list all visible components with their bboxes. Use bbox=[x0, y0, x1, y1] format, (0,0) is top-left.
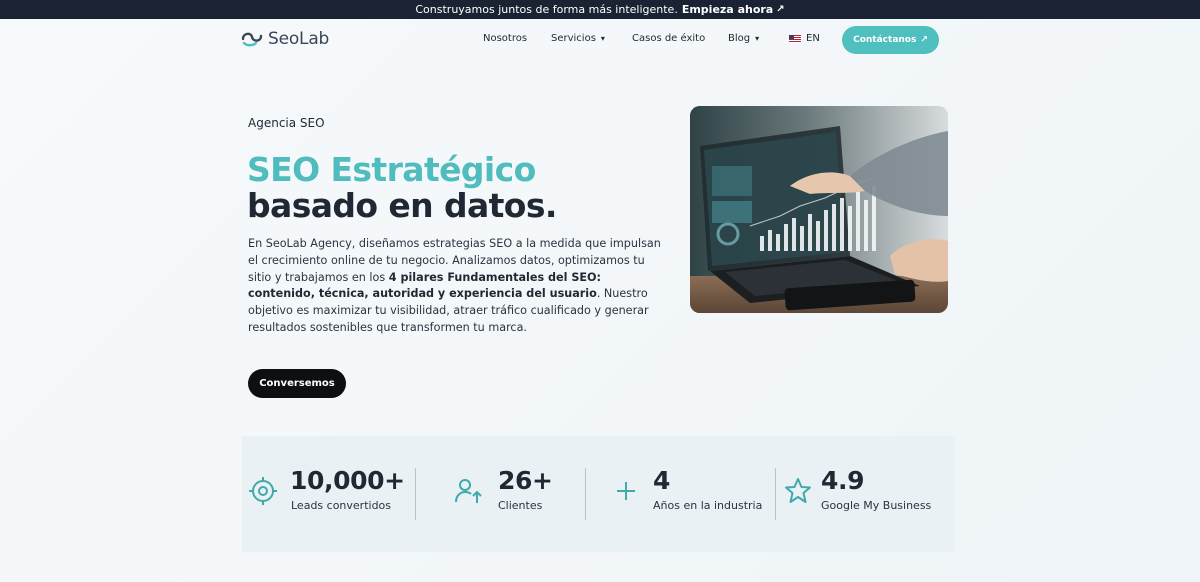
hero-image bbox=[690, 106, 948, 313]
hero-eyebrow: Agencia SEO bbox=[248, 116, 325, 130]
stat-value: 10,000+ bbox=[290, 466, 405, 495]
conversemos-button[interactable]: Conversemos bbox=[248, 369, 346, 398]
laptop-analytics-illustration bbox=[690, 106, 948, 313]
language-switcher[interactable]: EN bbox=[789, 33, 820, 44]
stat-label: Leads convertidos bbox=[291, 499, 392, 512]
contact-button-label: Contáctanos bbox=[853, 35, 917, 45]
nav-item-label: Servicios bbox=[551, 33, 596, 44]
stat-label: Años en la industria bbox=[653, 499, 763, 512]
announcement-text: Construyamos juntos de forma más intelig… bbox=[415, 3, 678, 16]
stat-clients: 26+ Clientes bbox=[452, 466, 582, 522]
announcement-cta-label: Empieza ahora bbox=[681, 3, 774, 16]
arrow-up-right-icon: ↗ bbox=[776, 4, 785, 15]
stats-section: 10,000+ Leads convertidos 26+ Clientes 4… bbox=[242, 436, 955, 552]
announcement-bar: Construyamos juntos de forma más intelig… bbox=[0, 0, 1200, 19]
stat-leads: 10,000+ Leads convertidos bbox=[242, 466, 412, 522]
stat-rating: 4.9 Google My Business bbox=[782, 466, 952, 522]
stat-divider bbox=[775, 468, 776, 520]
stat-label: Google My Business bbox=[821, 499, 932, 512]
arrow-up-right-icon: ↗ bbox=[920, 35, 928, 45]
hero-title-line2: basado en datos. bbox=[247, 186, 557, 225]
stat-label: Clientes bbox=[498, 499, 543, 512]
stat-divider bbox=[415, 468, 416, 520]
users-growth-icon bbox=[455, 479, 482, 503]
main-nav: Nosotros Servicios ▾ Casos de éxito Blog… bbox=[0, 19, 1200, 61]
stat-value: 4 bbox=[653, 466, 670, 495]
hero-title-line1: SEO Estratégico bbox=[247, 150, 536, 189]
us-flag-icon bbox=[789, 34, 801, 43]
nav-item-label: Nosotros bbox=[483, 33, 528, 44]
plus-icon bbox=[617, 482, 635, 500]
star-icon bbox=[785, 478, 811, 503]
stat-years: 4 Años en la industria bbox=[614, 466, 774, 522]
hero-description: En SeoLab Agency, diseñamos estrategias … bbox=[248, 236, 668, 337]
nav-item-label: Casos de éxito bbox=[632, 33, 706, 44]
stat-value: 4.9 bbox=[821, 466, 865, 495]
stat-value: 26+ bbox=[498, 466, 553, 495]
announcement-cta-link[interactable]: Empieza ahora ↗ bbox=[682, 3, 785, 16]
nav-item-blog[interactable]: Blog ▾ bbox=[728, 33, 759, 44]
nav-item-casos-de-exito[interactable]: Casos de éxito bbox=[632, 33, 705, 44]
site-header: SeoLab Nosotros Servicios ▾ Casos de éxi… bbox=[0, 19, 1200, 61]
target-icon bbox=[249, 477, 277, 505]
language-label: EN bbox=[806, 33, 820, 44]
stat-divider bbox=[585, 468, 586, 520]
chevron-down-icon: ▾ bbox=[600, 34, 605, 43]
contact-button[interactable]: Contáctanos ↗ bbox=[842, 26, 939, 54]
nav-item-servicios[interactable]: Servicios ▾ bbox=[551, 33, 605, 44]
chevron-down-icon: ▾ bbox=[755, 34, 760, 43]
nav-item-label: Blog bbox=[728, 33, 751, 44]
nav-item-nosotros[interactable]: Nosotros bbox=[483, 33, 527, 44]
